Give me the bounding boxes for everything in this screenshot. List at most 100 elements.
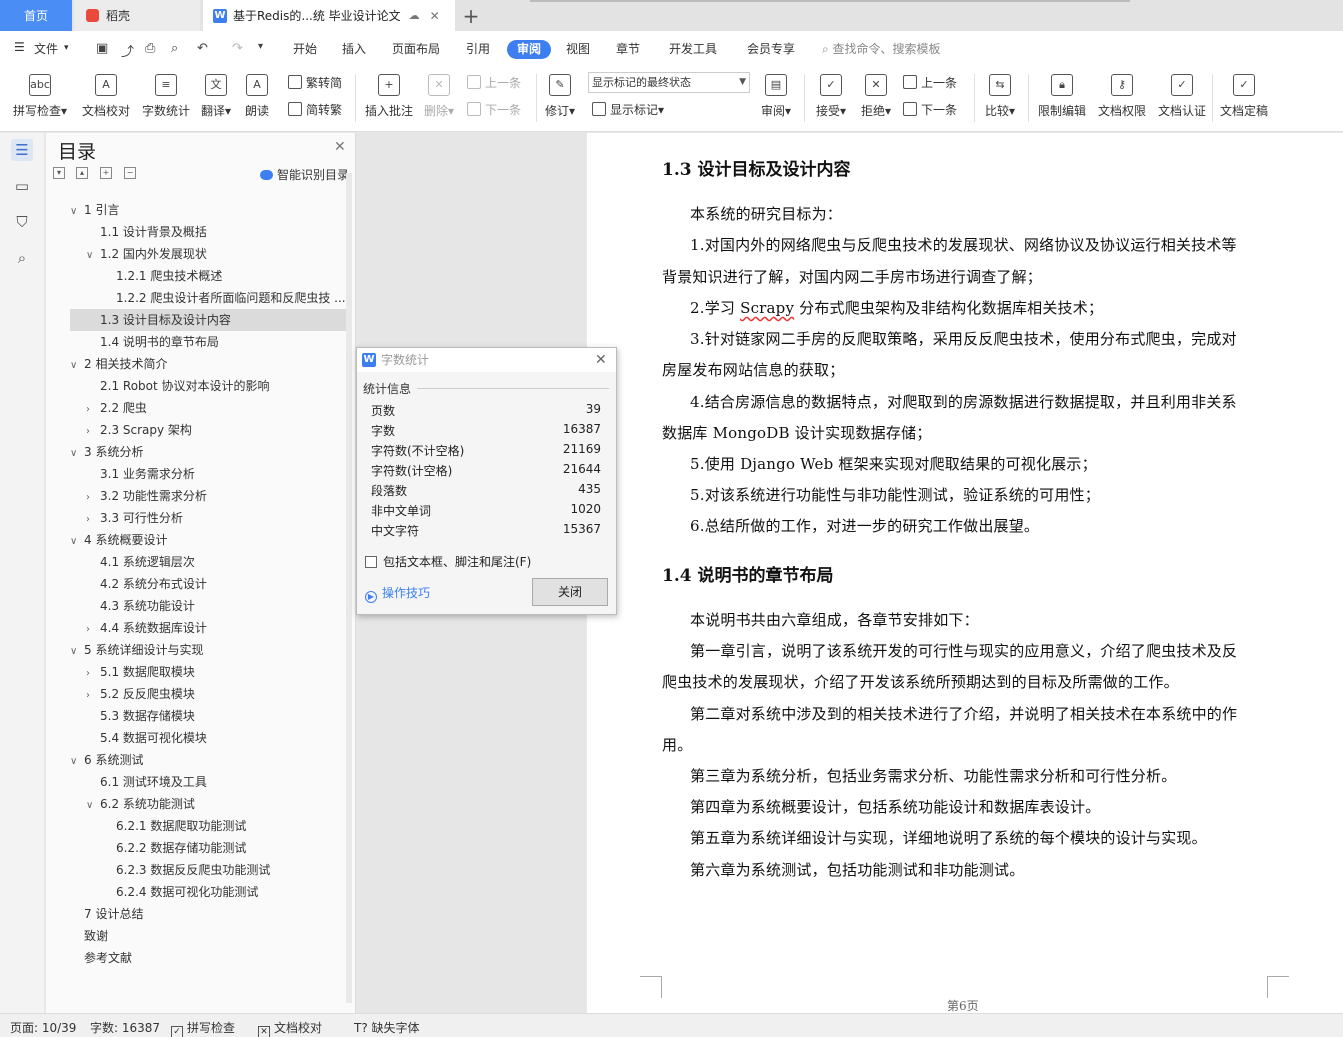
chevron-down-icon[interactable]: ∨ xyxy=(86,795,100,815)
menu-developer[interactable]: 开发工具 xyxy=(669,40,717,57)
quick-access-dropdown-icon[interactable]: ▾ xyxy=(258,41,263,52)
file-dropdown-icon[interactable]: ▾ xyxy=(64,43,69,53)
toc-item[interactable]: 1.2.1 爬虫技术概述 xyxy=(70,265,346,287)
close-icon[interactable]: ✕ xyxy=(334,139,346,155)
toc-item[interactable]: 4.3 系统功能设计 xyxy=(70,595,346,617)
chevron-down-icon[interactable]: ∨ xyxy=(70,443,84,463)
status-spell-check[interactable]: ✓ 拼写检查 xyxy=(171,1019,235,1037)
delete-comment-button[interactable]: ✕ 删除▾ xyxy=(422,70,456,128)
spelling-error[interactable]: Scrapy xyxy=(740,299,794,317)
toc-item[interactable]: 1.2.2 爬虫设计者所面临问题和反爬虫技 ... xyxy=(70,287,346,309)
menu-start[interactable]: 开始 xyxy=(293,40,317,57)
trad-to-simp-button[interactable]: 繁转简 xyxy=(288,74,342,91)
print-icon[interactable]: ⎙ xyxy=(145,41,155,56)
toc-item[interactable]: 6.2.4 数据可视化功能测试 xyxy=(70,881,346,903)
menu-insert[interactable]: 插入 xyxy=(342,40,366,57)
toc-item[interactable]: ∨ 6.2 系统功能测试 xyxy=(70,793,346,815)
insert-comment-button[interactable]: + 插入批注 xyxy=(363,70,415,128)
smart-toc-button[interactable]: 智能识别目录 xyxy=(260,166,349,183)
toc-item[interactable]: › 2.2 爬虫 xyxy=(70,397,346,419)
dialog-title-bar[interactable]: W 字数统计 xyxy=(357,348,616,372)
menu-chapter[interactable]: 章节 xyxy=(616,40,640,57)
print-preview-icon[interactable]: ⌕ xyxy=(171,41,178,56)
chevron-down-icon[interactable]: ∨ xyxy=(70,201,84,221)
share-icon[interactable]: ⤴ xyxy=(121,41,134,60)
collapse-all-icon[interactable]: ▾ xyxy=(53,167,65,179)
toc-item[interactable]: ∨ 1 引言 xyxy=(70,199,346,221)
menu-view[interactable]: 视图 xyxy=(566,40,590,57)
toc-item[interactable]: › 3.2 功能性需求分析 xyxy=(70,485,346,507)
doc-permission-button[interactable]: ⚷ 文档权限 xyxy=(1096,70,1148,128)
toc-item[interactable]: 参考文献 xyxy=(70,947,346,969)
next-revision-button[interactable]: 下一条 xyxy=(903,101,957,118)
read-aloud-button[interactable]: A 朗读 xyxy=(242,70,272,128)
close-tab-icon[interactable]: ✕ xyxy=(430,9,440,23)
toc-item[interactable]: 6.1 测试环境及工具 xyxy=(70,771,346,793)
chevron-right-icon[interactable]: › xyxy=(86,421,100,441)
spell-check-button[interactable]: abc 拼写检查▾ xyxy=(10,70,70,128)
tab-daoke[interactable]: 稻壳 xyxy=(74,0,200,31)
compare-button[interactable]: ⇆ 比较▾ xyxy=(982,70,1018,128)
toc-item[interactable]: ∨ 2 相关技术简介 xyxy=(70,353,346,375)
tab-home[interactable]: 首页 xyxy=(0,0,72,31)
bookmark-icon[interactable]: ⛉ xyxy=(11,211,33,233)
missing-font-indicator[interactable]: T? 缺失字体 xyxy=(354,1019,420,1036)
toc-item[interactable]: › 3.3 可行性分析 xyxy=(70,507,346,529)
remove-heading-icon[interactable]: − xyxy=(124,167,136,179)
page-indicator[interactable]: 页面: 10/39 xyxy=(10,1019,76,1036)
menu-member[interactable]: 会员专享 xyxy=(747,40,795,57)
accept-button[interactable]: ✓ 接受▾ xyxy=(813,70,849,128)
chevron-right-icon[interactable]: › xyxy=(86,509,100,529)
word-count-indicator[interactable]: 字数: 16387 xyxy=(90,1019,160,1036)
chevron-right-icon[interactable]: › xyxy=(86,685,100,705)
reject-button[interactable]: ✕ 拒绝▾ xyxy=(858,70,894,128)
toc-item[interactable]: 致谢 xyxy=(70,925,346,947)
undo-icon[interactable]: ↶ xyxy=(197,41,208,56)
command-search[interactable]: ⌕ 查找命令、搜索模板 xyxy=(822,40,941,57)
document-page[interactable]: 1.3 设计目标及设计内容 本系统的研究目标为： 1.对国内外的网络爬虫与反爬虫… xyxy=(587,133,1343,1013)
new-tab-button[interactable]: + xyxy=(459,0,483,31)
translate-button[interactable]: 文翻译▾ xyxy=(198,70,234,128)
toc-view-icon[interactable]: ☰ xyxy=(11,139,33,161)
hamburger-icon[interactable]: ☰ xyxy=(14,40,25,54)
tips-link[interactable]: ▶ 操作技巧 xyxy=(365,584,430,603)
restrict-editing-button[interactable]: 🔒︎ 限制编辑 xyxy=(1036,70,1088,128)
toc-item[interactable]: ∨ 5 系统详细设计与实现 xyxy=(70,639,346,661)
show-markup-button[interactable]: 显示标记▾ xyxy=(592,101,664,118)
next-comment-button[interactable]: 下一条 xyxy=(467,101,521,118)
chevron-right-icon[interactable]: › xyxy=(86,399,100,419)
toc-item[interactable]: ∨ 6 系统测试 xyxy=(70,749,346,771)
chevron-right-icon[interactable]: › xyxy=(86,663,100,683)
toc-item[interactable]: › 2.3 Scrapy 架构 xyxy=(70,419,346,441)
prev-comment-button[interactable]: 上一条 xyxy=(467,74,521,91)
revise-button[interactable]: ✎ 修订▾ xyxy=(542,70,578,128)
toc-item[interactable]: 4.2 系统分布式设计 xyxy=(70,573,346,595)
chevron-down-icon[interactable]: ∨ xyxy=(70,751,84,771)
close-icon[interactable]: ✕ xyxy=(595,348,607,372)
menu-reference[interactable]: 引用 xyxy=(466,40,490,57)
toc-scrollbar[interactable] xyxy=(346,173,352,1003)
review-pane-button[interactable]: ▤ 审阅▾ xyxy=(758,70,794,128)
markup-state-select[interactable]: 显示标记的最终状态 ▼ xyxy=(588,72,750,93)
simp-to-trad-button[interactable]: 简转繁 xyxy=(288,101,342,118)
search-icon[interactable]: ⌕ xyxy=(11,247,33,269)
toc-item[interactable]: 6.2.1 数据爬取功能测试 xyxy=(70,815,346,837)
menu-review[interactable]: 审阅 xyxy=(507,40,551,59)
toc-item[interactable]: › 5.2 反反爬虫模块 xyxy=(70,683,346,705)
toc-item[interactable]: 1.4 说明书的章节布局 xyxy=(70,331,346,353)
prev-revision-button[interactable]: 上一条 xyxy=(903,74,957,91)
toc-item[interactable]: ∨ 3 系统分析 xyxy=(70,441,346,463)
chevron-down-icon[interactable]: ∨ xyxy=(70,641,84,661)
toc-item[interactable]: 4.1 系统逻辑层次 xyxy=(70,551,346,573)
tab-document[interactable]: W 基于Redis的...统 毕业设计论文 ☁ ✕ xyxy=(203,0,455,31)
toc-item[interactable]: 6.2.3 数据反反爬虫功能测试 xyxy=(70,859,346,881)
toc-item[interactable]: 5.3 数据存储模块 xyxy=(70,705,346,727)
chevron-right-icon[interactable]: › xyxy=(86,487,100,507)
status-doc-proof[interactable]: ✕ 文档校对 xyxy=(258,1019,322,1037)
toc-item[interactable]: ∨ 1.2 国内外发展现状 xyxy=(70,243,346,265)
menu-page-layout[interactable]: 页面布局 xyxy=(392,40,440,57)
toc-item[interactable]: › 5.1 数据爬取模块 xyxy=(70,661,346,683)
add-heading-icon[interactable]: + xyxy=(100,167,112,179)
chevron-down-icon[interactable]: ∨ xyxy=(70,531,84,551)
word-count-button[interactable]: ≡ 字数统计 xyxy=(140,70,192,128)
